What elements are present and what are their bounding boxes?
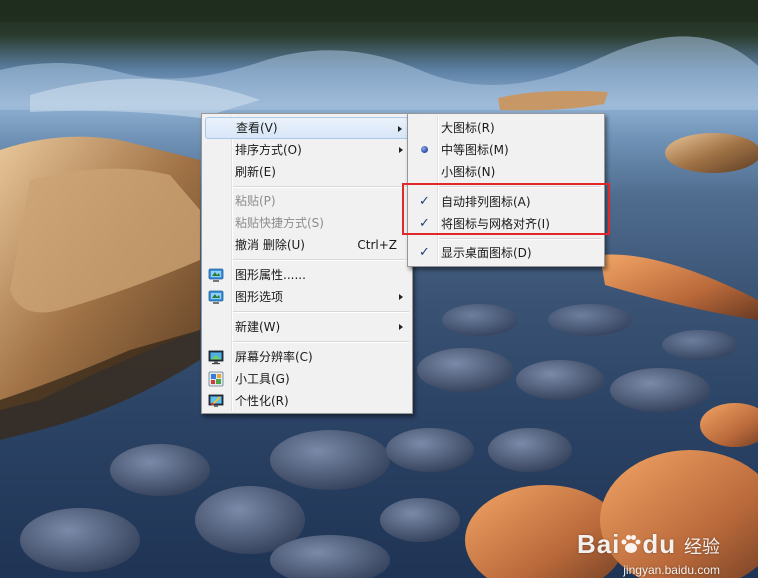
menu-separator: [439, 238, 601, 240]
menu-item-label: 刷新(E): [235, 165, 276, 179]
menu-item-label: 撤消 删除(U): [235, 238, 305, 252]
checkmark-icon: ✓: [419, 245, 430, 260]
menu-item-view[interactable]: 查看(V): [205, 117, 409, 139]
menu-item-label: 中等图标(M): [441, 143, 509, 157]
menu-item-label: 屏幕分辨率(C): [235, 350, 313, 364]
desktop-background[interactable]: 查看(V) 排序方式(O) 刷新(E) 粘贴(P) 粘贴快捷方式(S) 撤消 删…: [0, 0, 758, 578]
menu-item-label: 图形选项: [235, 290, 284, 304]
menu-separator: [233, 186, 409, 188]
menu-item-label: 粘贴快捷方式(S): [235, 216, 324, 230]
menu-item-sort-by[interactable]: 排序方式(O): [205, 139, 409, 161]
menu-item-label: 查看(V): [236, 121, 278, 135]
menu-item-shortcut: Ctrl+Z: [357, 238, 397, 252]
menu-item-label: 小工具(G): [235, 372, 290, 386]
watermark-url: jingyan.baidu.com: [623, 563, 720, 577]
menu-item-label: 显示桌面图标(D): [441, 246, 532, 260]
submenu-item-large-icons[interactable]: 大图标(R): [411, 117, 601, 139]
submenu-item-medium-icons[interactable]: 中等图标(M): [411, 139, 601, 161]
watermark-subtitle: 经验: [684, 537, 720, 558]
intel-graphics-icon: [208, 268, 224, 282]
radio-bullet-icon: [421, 146, 428, 153]
submenu-arrow-icon: [399, 324, 403, 330]
menu-item-label: 小图标(N): [441, 165, 496, 179]
menu-item-label: 图形属性......: [235, 268, 306, 282]
menu-item-new[interactable]: 新建(W): [205, 316, 409, 338]
submenu-arrow-icon: [399, 147, 403, 153]
submenu-item-small-icons[interactable]: 小图标(N): [411, 161, 601, 183]
menu-item-label: 新建(W): [235, 320, 281, 334]
menu-item-paste[interactable]: 粘贴(P): [205, 190, 409, 212]
menu-item-label: 大图标(R): [441, 121, 495, 135]
menu-item-graphics-options[interactable]: 图形选项: [205, 286, 409, 308]
paw-icon: [621, 535, 641, 553]
watermark-brand: Bai: [576, 529, 621, 559]
menu-item-refresh[interactable]: 刷新(E): [205, 161, 409, 183]
gadgets-icon: [208, 371, 224, 387]
menu-separator: [233, 341, 409, 343]
watermark-brand-suffix: du: [642, 529, 677, 559]
menu-item-graphics-properties[interactable]: 图形属性......: [205, 264, 409, 286]
menu-item-label: 个性化(R): [235, 394, 289, 408]
personalize-icon: [208, 394, 224, 407]
highlight-annotation-box: [402, 183, 610, 235]
desktop-context-menu: 查看(V) 排序方式(O) 刷新(E) 粘贴(P) 粘贴快捷方式(S) 撤消 删…: [201, 113, 413, 414]
display-icon: [208, 350, 224, 365]
baidu-jingyan-watermark: Bai du 经验 jingyan.baidu.com: [576, 529, 720, 577]
intel-graphics-icon: [208, 290, 224, 304]
menu-separator: [233, 311, 409, 313]
menu-item-gadgets[interactable]: 小工具(G): [205, 368, 409, 390]
menu-item-paste-shortcut[interactable]: 粘贴快捷方式(S): [205, 212, 409, 234]
submenu-arrow-icon: [398, 126, 402, 132]
menu-item-screen-resolution[interactable]: 屏幕分辨率(C): [205, 346, 409, 368]
menu-separator: [233, 259, 409, 261]
submenu-arrow-icon: [399, 294, 403, 300]
submenu-item-show-desktop-icons[interactable]: ✓ 显示桌面图标(D): [411, 242, 601, 264]
menu-item-label: 粘贴(P): [235, 194, 276, 208]
menu-item-undo-delete[interactable]: 撤消 删除(U) Ctrl+Z: [205, 234, 409, 256]
menu-item-personalize[interactable]: 个性化(R): [205, 390, 409, 412]
menu-item-label: 排序方式(O): [235, 143, 302, 157]
